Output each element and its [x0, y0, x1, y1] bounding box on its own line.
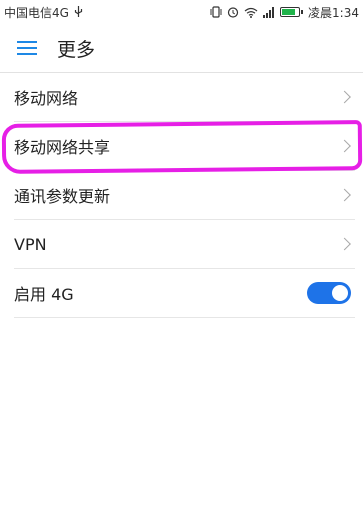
carrier-label: 中国电信4G: [4, 5, 69, 20]
vibrate-icon: [210, 6, 222, 18]
settings-item-mobile-network[interactable]: 移动网络: [14, 73, 355, 122]
toggle-knob: [332, 285, 348, 301]
usb-icon: [74, 6, 83, 18]
settings-item-label: 移动网络共享: [14, 138, 111, 157]
page-title: 更多: [57, 38, 96, 61]
chevron-right-icon: [338, 237, 351, 251]
signal-icon: [263, 6, 275, 18]
hamburger-menu-icon[interactable]: [17, 40, 37, 56]
settings-item-label: 启用 4G: [14, 285, 74, 304]
chevron-right-icon: [338, 139, 351, 153]
wifi-icon: [244, 7, 258, 18]
settings-item-tethering[interactable]: 移动网络共享: [14, 122, 355, 171]
settings-item-label: 移动网络: [14, 89, 79, 108]
battery-icon: [280, 7, 304, 17]
chevron-right-icon: [338, 188, 351, 202]
status-bar: 中国电信4G 凌晨1:34: [0, 0, 363, 24]
settings-list: 移动网络 移动网络共享 通讯参数更新 VPN 启用 4G: [0, 73, 363, 318]
app-bar: 更多: [0, 24, 363, 72]
enable-4g-toggle[interactable]: [307, 282, 351, 304]
settings-item-label: 通讯参数更新: [14, 187, 111, 206]
settings-item-vpn[interactable]: VPN: [14, 220, 355, 269]
settings-item-carrier-update[interactable]: 通讯参数更新: [14, 171, 355, 220]
settings-item-enable-4g[interactable]: 启用 4G: [14, 269, 355, 318]
settings-item-label: VPN: [14, 234, 47, 254]
chevron-right-icon: [338, 90, 351, 104]
clock: 凌晨1:34: [308, 5, 359, 20]
alarm-icon: [227, 6, 239, 18]
